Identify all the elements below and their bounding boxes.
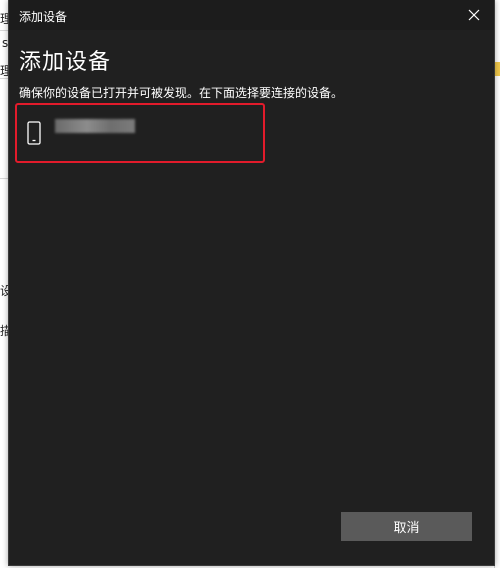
dialog-title: 添加设备 — [19, 10, 68, 24]
background-divider — [0, 178, 8, 179]
background-divider — [0, 78, 8, 79]
add-device-dialog: 添加设备 添加设备 确保你的设备已打开并可被发现。在下面选择要连接的设备。 ██… — [8, 0, 495, 566]
instruction-text: 确保你的设备已打开并可被发现。在下面选择要连接的设备。 — [19, 86, 344, 100]
close-button[interactable] — [462, 3, 486, 27]
cancel-button[interactable]: 取消 — [341, 512, 472, 541]
background-divider — [0, 30, 8, 31]
dialog-titlebar: 添加设备 — [9, 0, 494, 30]
page-title: 添加设备 — [19, 50, 112, 75]
phone-icon — [27, 121, 41, 145]
device-name-redacted: ████████ — [55, 119, 135, 133]
device-list-item[interactable]: ████████ — [15, 103, 265, 163]
close-icon — [468, 9, 480, 21]
